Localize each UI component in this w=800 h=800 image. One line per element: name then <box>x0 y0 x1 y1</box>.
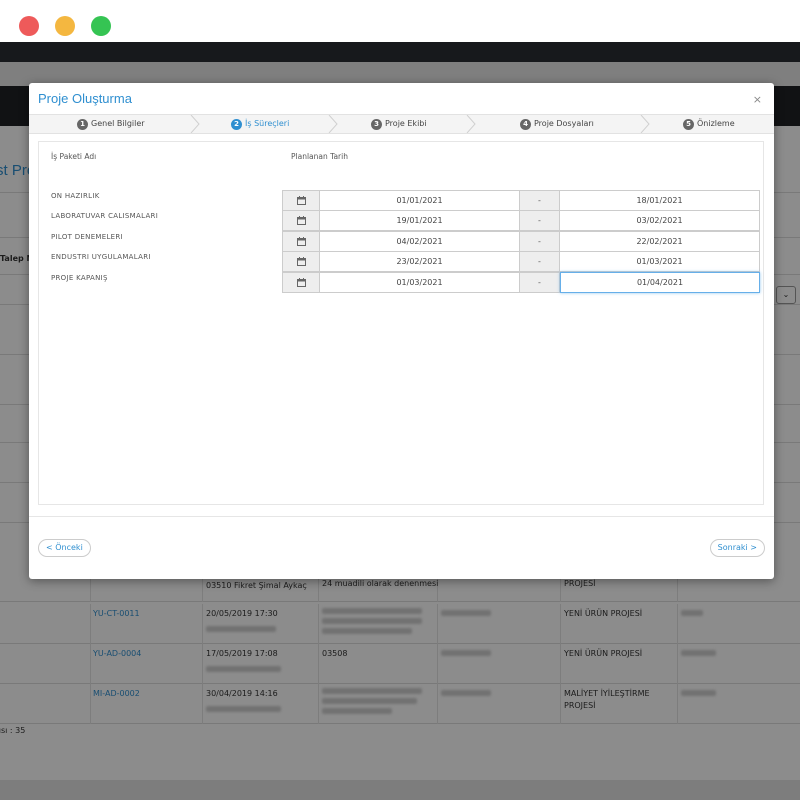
step-label: Önizleme <box>697 119 735 128</box>
step-label: İş Süreçleri <box>245 119 290 128</box>
calendar-icon[interactable] <box>282 210 320 231</box>
step-general-info[interactable]: 1 Genel Bilgiler <box>77 115 145 133</box>
wizard-steps: 1 Genel Bilgiler 2 İş Süreçleri 3 Proje … <box>29 114 774 134</box>
calendar-icon[interactable] <box>282 272 320 293</box>
calendar-icon[interactable] <box>282 251 320 272</box>
range-separator: - <box>520 251 560 272</box>
step-chevron-icon <box>328 115 338 133</box>
project-create-modal: Proje Oluşturma × 1 Genel Bilgiler 2 İş … <box>29 83 774 579</box>
work-process-panel: İş Paketi Adı Planlanan Tarih ON HAZIRLI… <box>38 141 764 505</box>
start-date-input[interactable]: 04/02/2021 <box>320 231 520 252</box>
end-date-input[interactable]: 01/04/2021 <box>560 272 760 293</box>
work-package-name: PILOT DENEMELERI <box>51 233 123 241</box>
step-project-files[interactable]: 4 Proje Dosyaları <box>520 115 594 133</box>
step-chevron-icon <box>190 115 200 133</box>
end-date-input[interactable]: 18/01/2021 <box>560 190 760 211</box>
start-date-input[interactable]: 23/02/2021 <box>320 251 520 272</box>
start-date-input[interactable]: 01/01/2021 <box>320 190 520 211</box>
close-icon[interactable]: × <box>753 93 762 106</box>
close-window-icon[interactable] <box>19 16 39 36</box>
step-project-team[interactable]: 3 Proje Ekibi <box>371 115 427 133</box>
range-separator: - <box>520 272 560 293</box>
step-label: Proje Dosyaları <box>534 119 594 128</box>
range-separator: - <box>520 231 560 252</box>
step-chevron-icon <box>466 115 476 133</box>
range-separator: - <box>520 190 560 211</box>
work-package-name: ENDUSTRI UYGULAMALARI <box>51 253 151 261</box>
maximize-window-icon[interactable] <box>91 16 111 36</box>
work-package-name: ON HAZIRLIK <box>51 192 100 200</box>
start-date-input[interactable]: 01/03/2021 <box>320 272 520 293</box>
date-range-row: 23/02/2021 - 01/03/2021 <box>282 251 760 272</box>
work-package-name: PROJE KAPANIŞ <box>51 274 108 282</box>
column-header-planned-date: Planlanan Tarih <box>291 152 348 161</box>
work-package-name: LABORATUVAR CALISMALARI <box>51 212 159 220</box>
start-date-input[interactable]: 19/01/2021 <box>320 210 520 231</box>
column-header-work-package: İş Paketi Adı <box>51 152 97 161</box>
range-separator: - <box>520 210 560 231</box>
step-label: Proje Ekibi <box>385 119 427 128</box>
date-range-row: 04/02/2021 - 22/02/2021 <box>282 231 760 252</box>
previous-button[interactable]: < Önceki <box>38 539 91 557</box>
date-range-row: 01/01/2021 - 18/01/2021 <box>282 190 760 211</box>
step-chevron-icon <box>640 115 650 133</box>
window-chrome <box>0 0 800 42</box>
minimize-window-icon[interactable] <box>55 16 75 36</box>
date-range-row: 19/01/2021 - 03/02/2021 <box>282 210 760 231</box>
modal-title: Proje Oluşturma <box>38 91 132 106</box>
date-range-row: 01/03/2021 - 01/04/2021 <box>282 272 760 293</box>
step-work-processes[interactable]: 2 İş Süreçleri <box>231 115 289 133</box>
step-preview[interactable]: 5 Önizleme <box>683 115 735 133</box>
calendar-icon[interactable] <box>282 190 320 211</box>
end-date-input[interactable]: 03/02/2021 <box>560 210 760 231</box>
next-button[interactable]: Sonraki > <box>709 539 765 557</box>
end-date-input[interactable]: 01/03/2021 <box>560 251 760 272</box>
calendar-icon[interactable] <box>282 231 320 252</box>
end-date-input[interactable]: 22/02/2021 <box>560 231 760 252</box>
step-label: Genel Bilgiler <box>91 119 145 128</box>
divider <box>29 516 774 517</box>
